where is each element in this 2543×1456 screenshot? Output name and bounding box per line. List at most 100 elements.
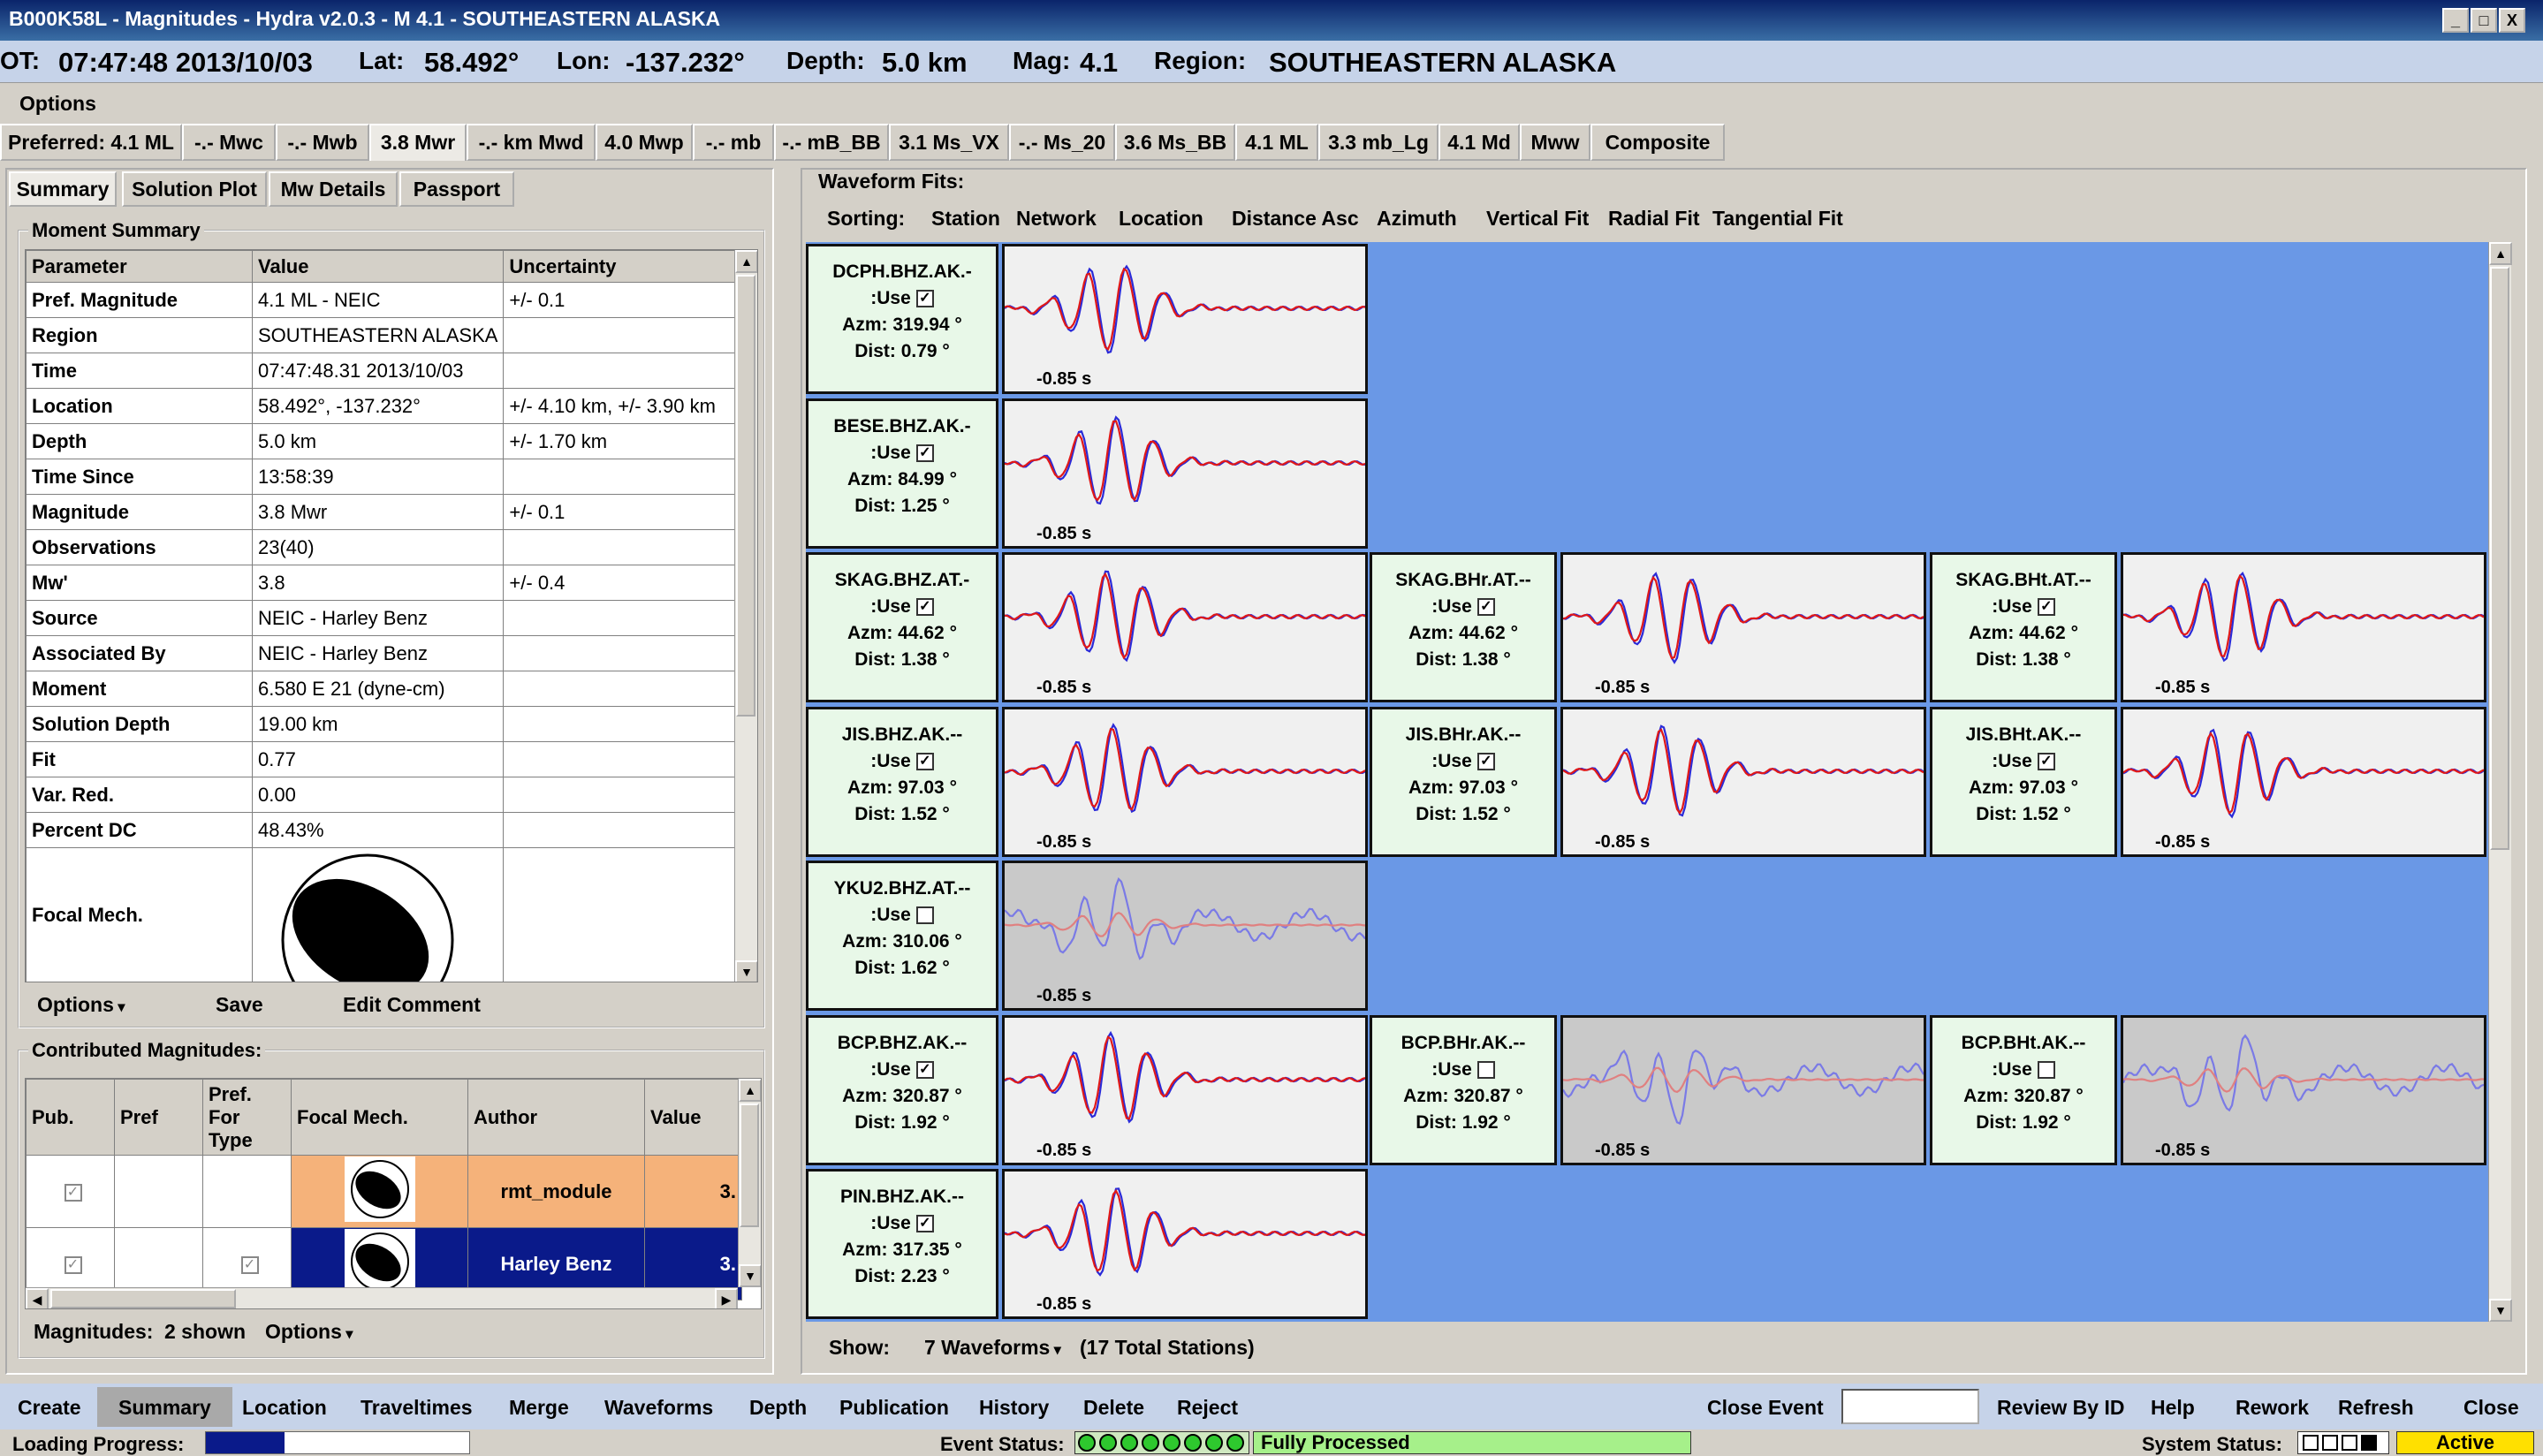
tab-solution-plot[interactable]: Solution Plot [122,171,267,207]
close-button[interactable]: Close [2463,1396,2519,1420]
sort-location-button[interactable]: Location [1119,207,1203,231]
col-uncertainty[interactable]: Uncertainty [503,250,736,283]
tab-mb-lg[interactable]: 3.3 mb_Lg [1318,124,1439,161]
edit-comment-button[interactable]: Edit Comment [343,993,481,1017]
scroll-right-icon[interactable]: ▶ [715,1288,738,1308]
tab-preferred[interactable]: Preferred: 4.1 ML [0,124,182,161]
waveform-plot[interactable]: -0.85 s [2121,552,2486,702]
waveform-plot[interactable]: -0.85 s [1560,706,1926,857]
tab-mwb[interactable]: -.- Mwb [276,124,369,161]
col-pref-for-type[interactable]: Pref. For Type [202,1079,292,1156]
radial-fit-button[interactable]: Radial Fit [1608,207,1700,231]
table-row[interactable]: Solution Depth 19.00 km [26,706,736,742]
use-checkbox[interactable] [1476,1060,1495,1079]
col-author[interactable]: Author [467,1079,645,1156]
tab-mwd[interactable]: -.- km Mwd [467,124,596,161]
pub-checkbox[interactable]: ✓ [64,1183,82,1202]
nav-summary[interactable]: Summary [97,1387,232,1427]
tab-mb[interactable]: -.- mb [693,124,774,161]
table-row[interactable]: Observations 23(40) [26,529,736,565]
scroll-down-icon[interactable]: ▼ [739,1264,761,1287]
options-dropdown[interactable]: Options [37,993,125,1017]
sort-station-button[interactable]: Station [931,207,1000,231]
use-checkbox[interactable]: ✓ [2037,598,2055,617]
tab-composite[interactable]: Composite [1590,124,1725,161]
nav-delete[interactable]: Delete [1083,1396,1144,1420]
scroll-down-icon[interactable]: ▼ [735,960,757,982]
tab-summary[interactable]: Summary [9,171,117,207]
scroll-up-icon[interactable]: ▲ [735,250,757,273]
scroll-thumb[interactable] [2490,267,2509,850]
waveform-plot[interactable]: -0.85 s [1002,398,1368,549]
contributed-options-dropdown[interactable]: Options [265,1320,353,1344]
review-by-id-button[interactable]: Review By ID [1997,1396,2124,1420]
use-checkbox[interactable]: ✓ [2037,752,2055,770]
moment-summary-scrollbar[interactable]: ▲ ▼ [734,250,757,982]
nav-merge[interactable]: Merge [509,1396,569,1420]
help-button[interactable]: Help [2151,1396,2195,1420]
table-row[interactable]: Pref. Magnitude 4.1 ML - NEIC +/- 0.1 [26,282,736,318]
contributed-vscrollbar[interactable]: ▲ ▼ [738,1079,761,1287]
refresh-button[interactable]: Refresh [2338,1396,2414,1420]
table-row[interactable]: Depth 5.0 km +/- 1.70 km [26,423,736,459]
waveform-plot[interactable]: -0.85 s [1002,706,1368,857]
scroll-down-icon[interactable]: ▼ [2489,1299,2512,1322]
sort-distance-button[interactable]: Distance Asc [1232,207,1359,231]
use-checkbox[interactable] [2037,1060,2055,1079]
sort-network-button[interactable]: Network [1016,207,1097,231]
table-row[interactable]: Associated By NEIC - Harley Benz [26,635,736,671]
vertical-fit-button[interactable]: Vertical Fit [1486,207,1589,231]
event-id-input[interactable] [1841,1389,1979,1424]
close-event-button[interactable]: Close Event [1707,1396,1824,1420]
waveform-plot[interactable]: -0.85 s [1560,1014,1926,1165]
table-row[interactable]: ✓ rmt_module 3. [26,1155,742,1228]
tab-ms-bb[interactable]: 3.6 Ms_BB [1115,124,1235,161]
use-checkbox[interactable]: ✓ [915,752,934,770]
nav-location[interactable]: Location [242,1396,327,1420]
tab-mb-bb[interactable]: -.- mB_BB [774,124,889,161]
use-checkbox[interactable] [915,906,934,925]
table-row[interactable]: Percent DC 48.43% [26,812,736,848]
waveform-plot[interactable]: -0.85 s [2121,1014,2486,1165]
nav-history[interactable]: History [979,1396,1049,1420]
col-pub[interactable]: Pub. [26,1079,115,1156]
scroll-thumb[interactable] [50,1289,236,1308]
table-row[interactable]: Var. Red. 0.00 [26,777,736,813]
use-checkbox[interactable]: ✓ [915,1215,934,1233]
waveform-plot[interactable]: -0.85 s [1002,552,1368,702]
sort-azimuth-button[interactable]: Azimuth [1377,207,1457,231]
nav-publication[interactable]: Publication [839,1396,949,1420]
contributed-hscrollbar[interactable]: ◀ ▶ [26,1287,738,1308]
table-row[interactable]: Moment 6.580 E 21 (dyne-cm) [26,671,736,707]
minimize-button[interactable]: _ [2442,8,2469,33]
pub-checkbox[interactable]: ✓ [64,1255,82,1274]
nav-waveforms[interactable]: Waveforms [604,1396,713,1420]
waveform-count-dropdown[interactable]: 7 Waveforms [924,1336,1061,1360]
col-pref[interactable]: Pref [114,1079,203,1156]
scroll-left-icon[interactable]: ◀ [26,1288,49,1308]
col-focal-mech[interactable]: Focal Mech. [291,1079,468,1156]
tab-mwr[interactable]: 3.8 Mwr [369,124,467,161]
tab-mwp[interactable]: 4.0 Mwp [596,124,693,161]
maximize-button[interactable]: □ [2471,8,2497,33]
tab-ms-vx[interactable]: 3.1 Ms_VX [889,124,1009,161]
waveform-plot[interactable]: -0.85 s [1560,552,1926,702]
use-checkbox[interactable]: ✓ [915,444,934,462]
col-parameter[interactable]: Parameter [26,250,253,283]
tab-mww[interactable]: Mww [1520,124,1590,161]
table-row[interactable]: Mw' 3.8 +/- 0.4 [26,565,736,601]
use-checkbox[interactable]: ✓ [1476,752,1495,770]
scroll-thumb[interactable] [736,275,755,717]
tab-passport[interactable]: Passport [399,171,514,207]
table-row[interactable]: Region SOUTHEASTERN ALASKA [26,317,736,353]
pref-type-checkbox[interactable]: ✓ [240,1255,259,1274]
table-row[interactable]: Magnitude 3.8 Mwr +/- 0.1 [26,494,736,530]
tab-md[interactable]: 4.1 Md [1439,124,1520,161]
scroll-thumb[interactable] [740,1103,759,1227]
scroll-up-icon[interactable]: ▲ [2489,242,2512,265]
use-checkbox[interactable]: ✓ [915,1060,934,1079]
tab-mw-details[interactable]: Mw Details [269,171,398,207]
waveform-plot[interactable]: -0.85 s [1002,244,1368,394]
scroll-up-icon[interactable]: ▲ [739,1079,761,1102]
waveform-plot[interactable]: -0.85 s [1002,861,1368,1011]
